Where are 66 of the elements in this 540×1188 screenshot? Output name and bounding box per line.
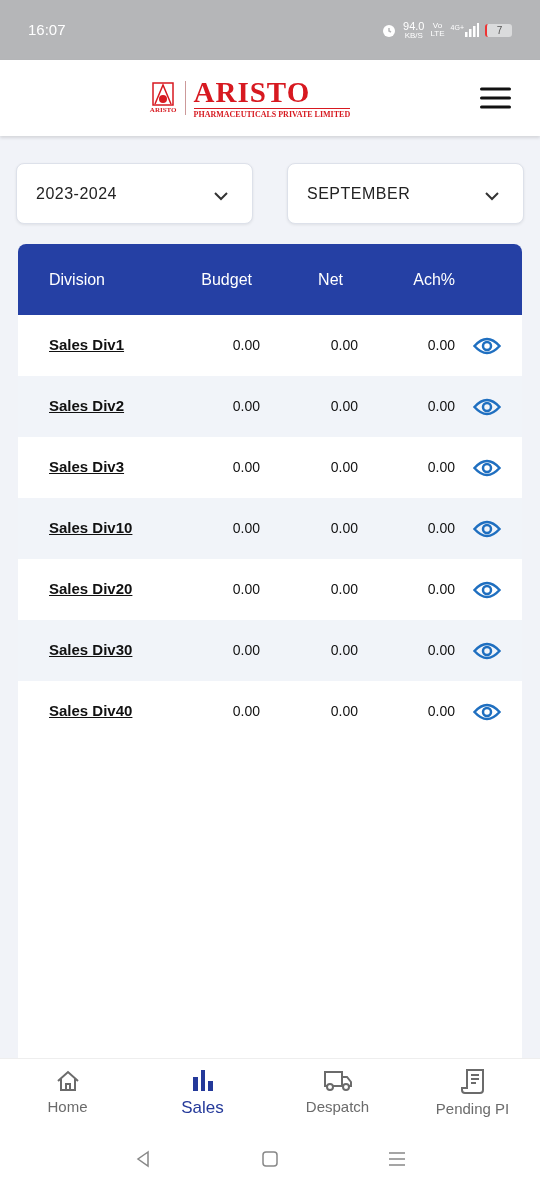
table-cell: 0.00	[330, 520, 358, 536]
table-cell: 0.00	[232, 703, 260, 719]
division-link[interactable]: Sales Div2	[49, 397, 125, 415]
division-link[interactable]: Sales Div10	[49, 519, 133, 537]
table-cell: 0.00	[427, 520, 455, 536]
speed-unit: KB/S	[404, 31, 423, 40]
alarm-icon	[381, 22, 398, 38]
column-header: Budget	[201, 270, 252, 288]
table-cell: 0.00	[427, 398, 455, 414]
table-cell: 0.00	[330, 459, 358, 475]
volte-label: Vo	[432, 22, 443, 30]
table-cell: 0.00	[427, 642, 455, 658]
division-link[interactable]: Sales Div3	[49, 458, 125, 476]
table-cell: 0.00	[330, 703, 358, 719]
nav-tab[interactable]: Sales	[135, 1059, 270, 1130]
chevron-down-icon	[485, 192, 499, 201]
dropdown[interactable]: SEPTEMBER	[287, 163, 524, 224]
battery-indicator: 7	[485, 23, 512, 37]
status-time: 16:07	[28, 19, 66, 40]
column-header: Division	[49, 270, 105, 288]
eye-icon[interactable]	[473, 518, 501, 539]
eye-icon[interactable]	[473, 335, 501, 356]
eye-icon[interactable]	[473, 701, 501, 722]
table-cell: 0.00	[232, 459, 260, 475]
truck-icon	[322, 1070, 353, 1093]
column-header: Net	[318, 270, 343, 288]
dropdown[interactable]: 2023-2024	[16, 163, 253, 224]
table-cell: 0.00	[427, 337, 455, 353]
logo-subtitle: PHARMACEUTICALS PRIVATE LIMITED	[193, 110, 351, 119]
home-button-icon[interactable]	[262, 1151, 278, 1167]
column-header: Ach%	[413, 270, 455, 288]
home-icon	[55, 1070, 80, 1093]
eye-icon[interactable]	[473, 640, 501, 661]
table-cell: 0.00	[330, 398, 358, 414]
table-cell: 0.00	[330, 337, 358, 353]
table-cell: 0.00	[232, 337, 260, 353]
nav-tab[interactable]: Home	[0, 1059, 135, 1130]
eye-icon[interactable]	[473, 457, 501, 478]
logo-title: ARISTO	[193, 77, 351, 109]
back-icon[interactable]	[134, 1150, 152, 1168]
division-link[interactable]: Sales Div20	[49, 580, 133, 598]
table-cell: 0.00	[232, 520, 260, 536]
table-cell: 0.00	[427, 703, 455, 719]
table-cell: 0.00	[232, 581, 260, 597]
volte-sublabel: LTE	[430, 30, 445, 38]
eye-icon[interactable]	[473, 579, 501, 600]
division-link[interactable]: Sales Div1	[49, 336, 125, 354]
division-link[interactable]: Sales Div40	[49, 702, 133, 720]
recents-icon[interactable]	[388, 1151, 406, 1167]
table-cell: 0.00	[427, 581, 455, 597]
division-link[interactable]: Sales Div30	[49, 641, 133, 659]
table-cell: 0.00	[427, 459, 455, 475]
table-cell: 0.00	[330, 581, 358, 597]
network-speed: 94.0	[403, 20, 425, 32]
receipt-icon	[460, 1068, 485, 1095]
table-cell: 0.00	[232, 398, 260, 414]
chevron-down-icon	[214, 192, 228, 201]
nav-tab[interactable]: Pending PI	[405, 1059, 540, 1130]
table-cell: 0.00	[330, 642, 358, 658]
menu-icon[interactable]	[480, 87, 511, 109]
logo-icon	[152, 82, 175, 106]
nav-tab[interactable]: Despatch	[270, 1059, 405, 1130]
signal-icon	[465, 23, 479, 37]
eye-icon[interactable]	[473, 396, 501, 417]
bar-chart-icon	[191, 1068, 214, 1091]
table-cell: 0.00	[232, 642, 260, 658]
